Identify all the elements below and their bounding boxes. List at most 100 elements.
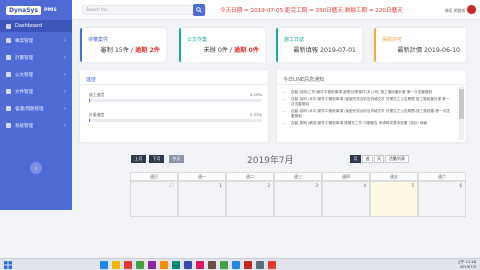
calendar-title: 2019年7月 <box>247 156 294 166</box>
taskbar: 上午 11:18 2019/7/5 <box>0 258 480 270</box>
next-month-button[interactable]: 下月 <box>149 155 164 163</box>
card-value-main: 最新計價 2019-06-10 <box>397 47 460 54</box>
week-view-button[interactable]: 週 <box>362 155 373 163</box>
logo-sub: PMIS <box>44 7 57 13</box>
app-icon[interactable] <box>196 261 204 269</box>
card-title: 保險許可 <box>382 37 403 43</box>
app-icon[interactable] <box>268 261 276 269</box>
calendar-day[interactable]: 4 <box>322 181 370 217</box>
card-accent <box>276 28 278 62</box>
avatar[interactable] <box>466 4 477 15</box>
file-icon <box>6 89 11 94</box>
list-view-button[interactable]: 活動列表 <box>385 155 409 163</box>
app-icon[interactable] <box>124 261 132 269</box>
search-button[interactable] <box>193 4 205 16</box>
progress-label: 施工進度 <box>89 92 105 97</box>
weekday-header: 週二 <box>226 172 274 181</box>
list-item[interactable]: 自動-說明 (本中)案件中管制事項 /保固完成合約及資格文件 所需交之公告期間-… <box>283 109 452 119</box>
card-official-docs[interactable]: 公文作業 未辦 0件 / 逾期 0件 <box>179 28 265 62</box>
sidebar-collapse-button[interactable]: ‹ <box>30 162 42 174</box>
calendar-day[interactable]: 1 <box>178 181 226 217</box>
folder-icon[interactable] <box>112 261 120 269</box>
weekday-header: 週日 <box>130 172 178 181</box>
app-icon[interactable] <box>172 261 180 269</box>
day-number: 4 <box>363 183 366 188</box>
card-value: 審制 15件 / 逾期 2件 <box>101 45 160 54</box>
app-icon[interactable] <box>184 261 192 269</box>
calendar-header-row: 週日 週一 週二 週三 週四 週五 週六 <box>130 172 466 181</box>
calendar-day-today[interactable]: 5 <box>370 181 418 217</box>
card-value: 最新填報 2019-07-01 <box>293 45 356 54</box>
clock-time: 上午 11:18 <box>457 260 476 264</box>
card-value-overdue: 逾期 0件 <box>233 47 259 54</box>
sidebar-item-meetings[interactable]: 會議/問題管理 › <box>0 100 72 117</box>
sidebar-item-label: 專案管理 <box>15 38 33 44</box>
sidebar-item-projects[interactable]: 專案管理 › <box>0 32 72 49</box>
line-notice-panel: 今日LINE訊息通知 自動-說明(工作)案件中管制事項 處理/回覆案件(本公司)… <box>277 70 466 142</box>
sidebar-item-files[interactable]: 文件管理 › <box>0 83 72 100</box>
day-number: 27 <box>168 183 174 188</box>
chevron-right-icon: › <box>64 54 66 61</box>
progress-fill <box>89 119 91 122</box>
day-view-button[interactable]: 天 <box>374 155 384 163</box>
card-value: 未辦 0件 / 逾期 0件 <box>203 45 259 54</box>
calendar-day[interactable]: 27 <box>130 181 178 217</box>
month-view-button[interactable]: 月 <box>350 155 361 163</box>
day-number: 2 <box>267 183 270 188</box>
calendar-week-row: 27 1 2 3 4 5 6 <box>130 181 466 217</box>
day-number: 5 <box>411 183 414 188</box>
card-value-main: 未辦 0件 / <box>203 47 234 54</box>
sidebar-item-plans[interactable]: 計畫管理 › <box>0 49 72 66</box>
list-item[interactable]: 自動-周期 (轉流)案件中管制事項 請補充工作 中期報告 申請時或基本設置 (項… <box>283 121 452 126</box>
search-input[interactable]: Search for... <box>82 5 206 15</box>
divider <box>277 84 466 85</box>
progress-percent: 0.29% <box>249 92 262 97</box>
scroll-thumb[interactable] <box>459 89 464 119</box>
app-icon[interactable] <box>256 261 264 269</box>
logo[interactable]: DynaSys PMIS <box>0 0 72 20</box>
sidebar: DynaSys PMIS Dashboard 專案管理 › 計畫管理 › 公文管… <box>0 0 72 210</box>
calendar-day[interactable]: 3 <box>274 181 322 217</box>
app-icon[interactable] <box>244 261 252 269</box>
calendar-grid: 週日 週一 週二 週三 週四 週五 週六 27 1 2 3 4 5 6 <box>130 172 466 217</box>
calendar-day[interactable]: 6 <box>418 181 466 217</box>
chevron-right-icon: › <box>64 122 66 129</box>
gear-icon <box>6 123 11 128</box>
sidebar-item-documents-official[interactable]: 公文管理 › <box>0 66 72 83</box>
progress-fill <box>89 99 91 102</box>
notice-list: 自動-說明(工作)案件中管制事項 處理/回覆案件(本公司) 施工階段審計畫-第一… <box>283 90 452 127</box>
app-icon[interactable] <box>232 261 240 269</box>
app-icon[interactable] <box>160 261 168 269</box>
card-construction-log[interactable]: 施工日誌 最新填報 2019-07-01 <box>276 28 362 62</box>
notice-title: 今日LINE訊息通知 <box>283 77 325 83</box>
windows-start-icon[interactable] <box>4 261 12 269</box>
app-icon[interactable] <box>220 261 228 269</box>
browser-icon[interactable] <box>100 261 108 269</box>
clipboard-icon <box>6 55 11 60</box>
calendar-day[interactable]: 2 <box>226 181 274 217</box>
card-accent <box>80 28 82 62</box>
list-item[interactable]: 自動-說明 (本中)案件中管制事項 /保固完成合約及資格文件 所需交之公告期間 … <box>283 97 452 107</box>
dashboard-icon <box>6 23 11 29</box>
card-value-main: 審制 15件 / <box>100 47 135 54</box>
system-clock[interactable]: 上午 11:18 2019/7/5 <box>457 260 476 269</box>
scrollbar[interactable] <box>459 86 464 140</box>
list-item[interactable]: 自動-說明(工作)案件中管制事項 處理/回覆案件(本公司) 施工階段審計畫-第一… <box>283 90 452 95</box>
weekday-header: 週三 <box>274 172 322 181</box>
user-name[interactable]: 陳家 網路報 <box>445 8 465 14</box>
app-icon[interactable] <box>136 261 144 269</box>
prev-month-button[interactable]: 上月 <box>131 155 146 163</box>
sidebar-item-system[interactable]: 系統管理 › <box>0 117 72 134</box>
card-value-main: 最新填報 2019-07-01 <box>293 47 356 54</box>
card-title: 施工日誌 <box>284 37 305 43</box>
divider <box>80 84 268 85</box>
sidebar-item-dashboard[interactable]: Dashboard <box>0 20 72 32</box>
day-number: 6 <box>459 183 462 188</box>
dashboard-label: Dashboard <box>15 23 43 29</box>
card-insurance[interactable]: 保險許可 最新計價 2019-06-10 <box>374 28 466 62</box>
app-icon[interactable] <box>208 261 216 269</box>
app-icon[interactable] <box>148 261 156 269</box>
weekday-header: 週一 <box>178 172 226 181</box>
today-button[interactable]: 今天 <box>169 155 184 163</box>
card-pending-review[interactable]: 待審案件 審制 15件 / 逾期 2件 <box>80 28 166 62</box>
